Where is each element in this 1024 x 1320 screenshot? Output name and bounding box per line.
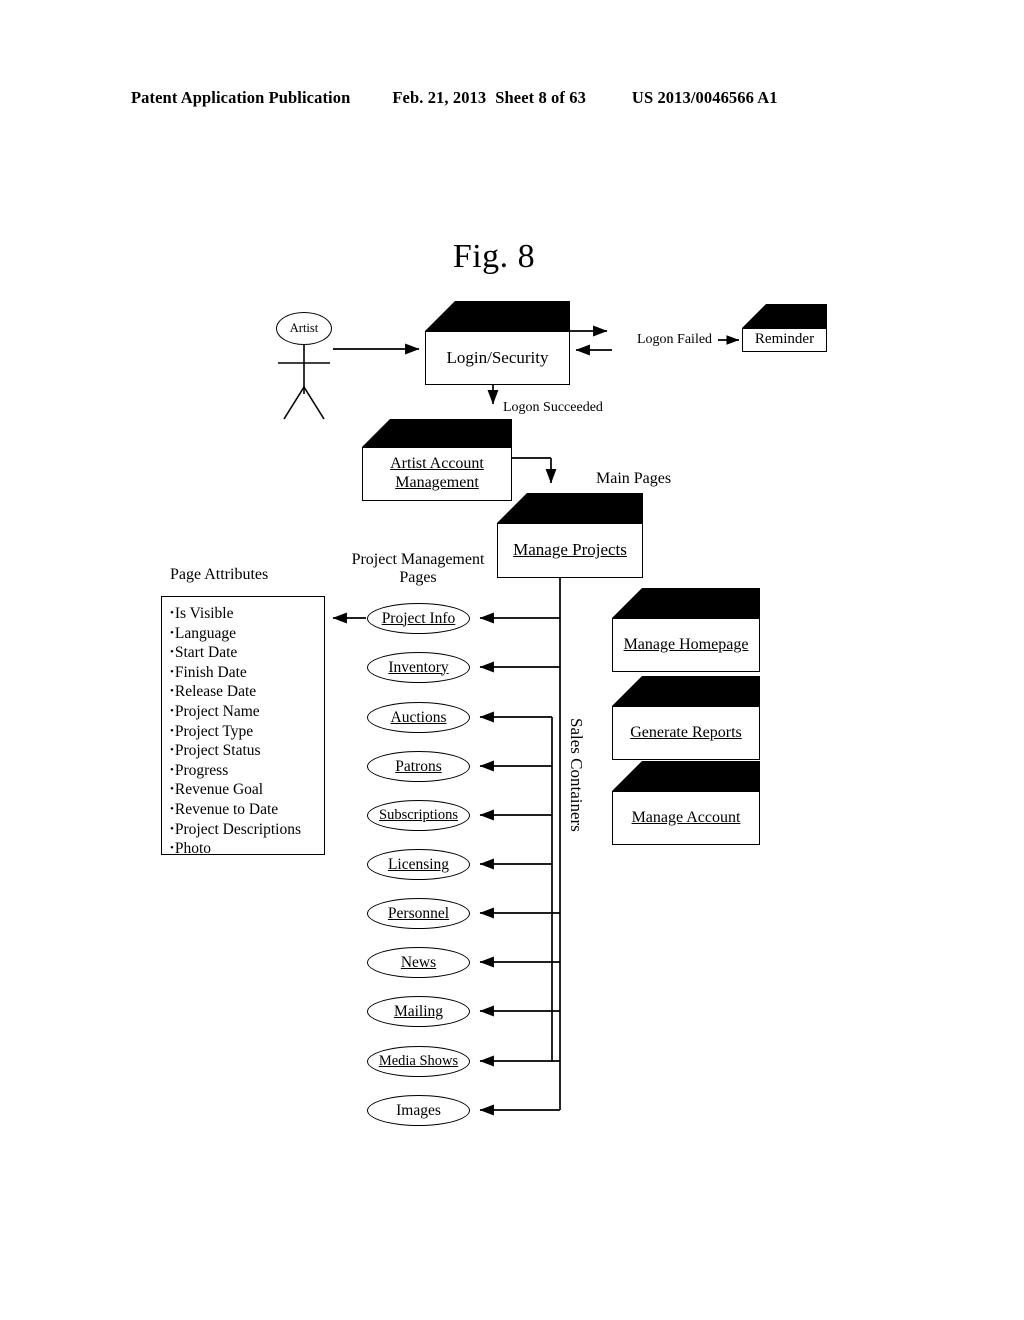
box-reminder[interactable]: Reminder — [742, 304, 827, 352]
label-page-attributes: Page Attributes — [170, 566, 269, 583]
node-patrons[interactable]: Patrons — [367, 751, 470, 782]
list-item: Language — [170, 624, 324, 644]
label-logon-succeeded: Logon Succeeded — [503, 400, 603, 415]
box-manage-homepage[interactable]: Manage Homepage — [612, 588, 760, 672]
box-reminder-face: Reminder — [742, 328, 827, 352]
node-mailing-label: Mailing — [393, 1002, 444, 1020]
page-attributes-list: Is Visible Language Start Date Finish Da… — [170, 604, 324, 859]
label-main-pages: Main Pages — [596, 470, 672, 487]
box-reminder-label: Reminder — [754, 331, 815, 348]
node-media-shows[interactable]: Media Shows — [367, 1046, 470, 1077]
box-artist-account-management-label-line1: Artist Account — [390, 455, 484, 473]
node-news-label: News — [400, 953, 437, 971]
box-manage-homepage-label: Manage Homepage — [623, 635, 749, 653]
node-patrons-label: Patrons — [395, 757, 442, 775]
list-item: Revenue to Date — [170, 800, 324, 820]
box-manage-homepage-face: Manage Homepage — [612, 618, 760, 672]
node-subscriptions-label: Subscriptions — [379, 807, 458, 823]
box-artist-account-management-face: Artist Account Management — [362, 447, 512, 501]
node-licensing[interactable]: Licensing — [367, 849, 470, 880]
node-inventory-label: Inventory — [388, 658, 449, 676]
label-project-management-pages-line1: Project Management — [351, 551, 485, 568]
list-item: Project Name — [170, 702, 324, 722]
box-login-security-face: Login/Security — [425, 331, 570, 385]
box-login-security-label: Login/Security — [446, 347, 549, 367]
box-artist-account-management[interactable]: Artist Account Management — [362, 419, 512, 501]
list-item: Release Date — [170, 682, 324, 702]
list-item: Project Descriptions — [170, 820, 324, 840]
flow-diagram: Artist Login/Security Logon Failed Remin… — [0, 0, 1024, 1320]
label-project-management-pages-line2: Pages — [399, 569, 437, 586]
node-project-info-label: Project Info — [381, 609, 456, 627]
list-item: Progress — [170, 761, 324, 781]
label-project-management-pages: Project Management Pages — [344, 551, 492, 587]
box-manage-projects[interactable]: Manage Projects — [497, 493, 643, 578]
box-generate-reports-label: Generate Reports — [630, 723, 742, 741]
node-licensing-label: Licensing — [387, 855, 450, 873]
list-item: Finish Date — [170, 663, 324, 683]
box-reminder-shade — [742, 304, 827, 328]
node-project-info[interactable]: Project Info — [367, 603, 470, 634]
node-images-label: Images — [396, 1101, 441, 1119]
box-manage-projects-face: Manage Projects — [497, 523, 643, 578]
page-attributes-box: Is Visible Language Start Date Finish Da… — [161, 596, 325, 857]
list-item: Revenue Goal — [170, 780, 324, 800]
label-logon-failed: Logon Failed — [637, 332, 713, 347]
box-manage-account-face: Manage Account — [612, 791, 760, 845]
list-item: Start Date — [170, 643, 324, 663]
box-generate-reports-face: Generate Reports — [612, 706, 760, 760]
list-item: Is Visible — [170, 604, 324, 624]
node-personnel[interactable]: Personnel — [367, 898, 470, 929]
box-login-security[interactable]: Login/Security — [425, 301, 570, 385]
box-generate-reports[interactable]: Generate Reports — [612, 676, 760, 760]
list-item: Photo — [170, 839, 324, 859]
node-images[interactable]: Images — [367, 1095, 470, 1126]
node-media-shows-label: Media Shows — [378, 1053, 459, 1069]
box-artist-account-management-label-line2: Management — [395, 474, 479, 491]
actor-artist: Artist — [276, 312, 336, 422]
label-sales-containers: Sales Containers — [567, 718, 586, 832]
box-manage-account[interactable]: Manage Account — [612, 761, 760, 845]
node-inventory[interactable]: Inventory — [367, 652, 470, 683]
node-news[interactable]: News — [367, 947, 470, 978]
node-mailing[interactable]: Mailing — [367, 996, 470, 1027]
box-manage-projects-label: Manage Projects — [513, 540, 627, 560]
node-subscriptions[interactable]: Subscriptions — [367, 800, 470, 831]
node-auctions[interactable]: Auctions — [367, 702, 470, 733]
actor-body-icon — [278, 345, 330, 420]
diagram-connectors — [332, 325, 740, 1116]
list-item: Project Type — [170, 722, 324, 742]
list-item: Project Status — [170, 741, 324, 761]
node-auctions-label: Auctions — [390, 708, 447, 726]
box-manage-account-label: Manage Account — [631, 808, 741, 826]
node-personnel-label: Personnel — [387, 904, 450, 922]
